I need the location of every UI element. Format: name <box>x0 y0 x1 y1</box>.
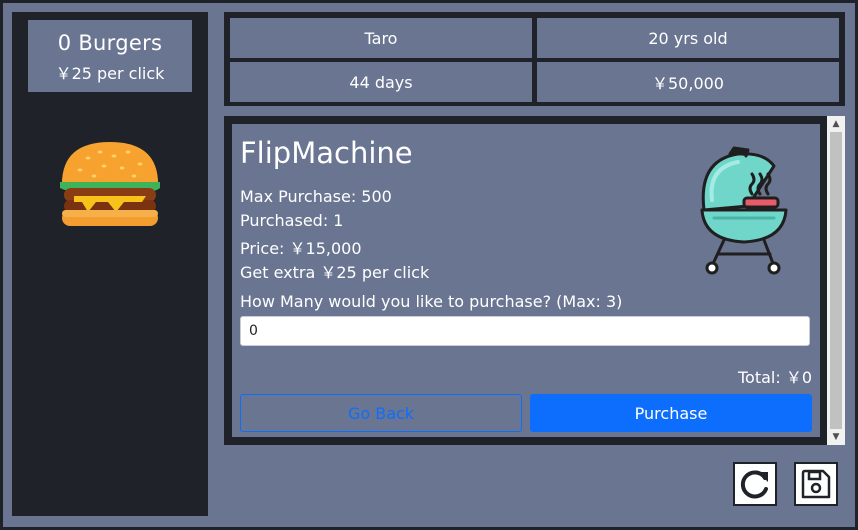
rate-per-click: ￥25 per click <box>55 64 165 83</box>
item-effect: Get extra ￥25 per click <box>240 263 430 282</box>
item-detail-panel: FlipMachine Max Purchase: 500 Purchased:… <box>224 116 845 445</box>
item-purchased: Purchased: 1 <box>240 211 344 230</box>
item-price: Price: ￥15,000 <box>240 239 362 258</box>
burger-icon[interactable] <box>58 138 162 228</box>
floppy-disk-icon <box>801 469 831 499</box>
go-back-button[interactable]: Go Back <box>240 394 522 432</box>
grill-icon <box>700 146 788 275</box>
scroll-down-arrow-icon[interactable]: ▼ <box>827 430 845 444</box>
purchase-total: Total: ￥0 <box>737 368 812 387</box>
scroll-up-arrow-icon[interactable]: ▲ <box>827 117 845 131</box>
refresh-icon <box>740 470 768 499</box>
burger-counter: 0 Burgers ￥25 per click <box>28 20 192 92</box>
player-info-grid: Taro 20 yrs old 44 days ￥50,000 <box>224 12 845 106</box>
item-title: FlipMachine <box>240 136 413 170</box>
quantity-prompt: How Many would you like to purchase? (Ma… <box>240 292 623 311</box>
days-elapsed: 44 days <box>230 62 532 102</box>
save-button[interactable] <box>794 462 838 506</box>
panel-scrollbar[interactable]: ▲ ▼ <box>827 116 845 445</box>
quantity-input[interactable] <box>240 316 810 346</box>
reset-button[interactable] <box>733 462 777 506</box>
purchase-button[interactable]: Purchase <box>530 394 812 432</box>
burger-count: 0 Burgers <box>57 31 163 55</box>
burger-column: 0 Burgers ￥25 per click <box>12 12 208 516</box>
player-name: Taro <box>230 18 532 58</box>
item-max-purchase: Max Purchase: 500 <box>240 187 392 206</box>
scrollbar-thumb[interactable] <box>830 132 842 429</box>
player-age: 20 yrs old <box>537 18 839 58</box>
item-card: FlipMachine Max Purchase: 500 Purchased:… <box>232 124 820 437</box>
player-money: ￥50,000 <box>537 62 839 102</box>
